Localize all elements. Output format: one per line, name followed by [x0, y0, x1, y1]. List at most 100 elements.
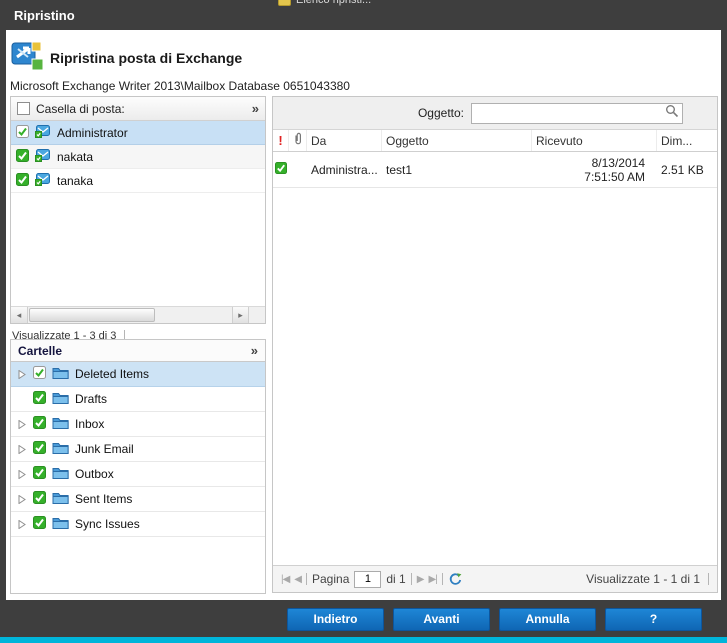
mailbox-name: Administrator — [57, 126, 128, 140]
checkbox-checked-icon[interactable] — [33, 391, 46, 407]
folder-icon — [52, 466, 69, 482]
scroll-left-icon[interactable]: ◂ — [11, 307, 28, 323]
pagination-separator — [708, 573, 709, 585]
bottom-accent-strip — [0, 637, 727, 643]
pagination-separator — [411, 573, 412, 585]
expand-arrow-icon[interactable] — [16, 370, 27, 379]
checkbox-checked-icon[interactable] — [33, 441, 46, 457]
collapse-panel-icon[interactable]: » — [252, 102, 259, 115]
column-header-oggetto[interactable]: Oggetto — [382, 130, 532, 151]
folder-row[interactable]: Outbox — [11, 462, 265, 487]
column-header-ricevuto[interactable]: Ricevuto — [532, 130, 657, 151]
mailbox-panel: Casella di posta: » Administrator — [10, 96, 266, 324]
checkbox-checked-icon[interactable] — [33, 491, 46, 507]
folder-icon — [52, 391, 69, 407]
checkbox-partial-icon[interactable] — [33, 366, 46, 382]
messages-panel: Oggetto: ! Da Oggetto Ricevuto — [272, 96, 718, 593]
pagination-separator — [306, 573, 307, 585]
mailbox-row[interactable]: nakata — [11, 145, 265, 169]
expand-arrow-icon[interactable] — [16, 470, 27, 479]
message-received: 8/13/2014 7:51:50 AM — [532, 156, 657, 184]
search-label: Oggetto: — [418, 106, 464, 120]
folder-row[interactable]: Sync Issues — [11, 512, 265, 537]
search-field-wrap — [471, 103, 683, 124]
artifact-label: Elenco ripristi... — [296, 0, 371, 6]
paperclip-icon — [293, 132, 303, 149]
checkbox-checked-icon[interactable] — [275, 162, 287, 177]
folder-icon — [52, 516, 69, 532]
messages-table-header: ! Da Oggetto Ricevuto Dim... — [273, 130, 717, 152]
folder-row[interactable]: Inbox — [11, 412, 265, 437]
column-header-importance[interactable]: ! — [273, 130, 289, 151]
prev-page-icon[interactable]: ◀ — [294, 574, 301, 585]
subject-search-input[interactable] — [472, 105, 665, 122]
help-button[interactable]: ? — [605, 608, 702, 631]
checkbox-checked-icon[interactable] — [16, 149, 29, 165]
message-checkbox-cell — [273, 162, 289, 177]
folder-row[interactable]: Junk Email — [11, 437, 265, 462]
column-header-dim[interactable]: Dim... — [657, 130, 717, 151]
folders-panel: Cartelle » Deleted Items Drafts Inbox — [10, 339, 266, 594]
folder-row[interactable]: Drafts — [11, 387, 265, 412]
select-all-mailboxes-checkbox[interactable] — [17, 102, 30, 115]
checkbox-checked-icon[interactable] — [33, 416, 46, 432]
checkbox-checked-icon[interactable] — [33, 516, 46, 532]
folder-row[interactable]: Sent Items — [11, 487, 265, 512]
folder-icon — [52, 416, 69, 432]
pagination-status-text: Visualizzate 1 - 1 di 1 — [586, 572, 700, 586]
horizontal-scrollbar[interactable]: ◂ ▸ — [11, 306, 265, 323]
scroll-right-icon[interactable]: ▸ — [232, 307, 249, 323]
folder-artifact-icon — [278, 0, 291, 6]
next-page-icon[interactable]: ▶ — [417, 574, 424, 585]
first-page-icon[interactable]: |◀ — [281, 574, 289, 585]
folder-icon — [52, 491, 69, 507]
column-header-da[interactable]: Da — [307, 130, 382, 151]
mailbox-icon — [35, 172, 51, 189]
scrollbar-corner — [249, 307, 265, 323]
messages-empty-area — [273, 188, 717, 565]
restore-dialog: Ripristina posta di Exchange Microsoft E… — [6, 30, 721, 600]
mailbox-name: tanaka — [57, 174, 93, 188]
last-page-icon[interactable]: ▶| — [428, 574, 436, 585]
folder-icon — [52, 441, 69, 457]
checkbox-checked-icon[interactable] — [33, 466, 46, 482]
expand-arrow-icon[interactable] — [16, 495, 27, 504]
message-row[interactable]: Administra... test1 8/13/2014 7:51:50 AM… — [273, 152, 717, 188]
page-number-input[interactable] — [354, 571, 381, 588]
expand-arrow-icon[interactable] — [16, 520, 27, 529]
dialog-heading: Ripristina posta di Exchange — [50, 50, 242, 66]
search-bar: Oggetto: — [273, 97, 717, 130]
scrollbar-thumb[interactable] — [29, 308, 155, 322]
folder-row[interactable]: Deleted Items — [11, 362, 265, 387]
background-window-artifact: Elenco ripristi... — [278, 0, 398, 8]
folder-name: Sent Items — [75, 492, 132, 506]
column-header-attachment[interactable] — [289, 130, 307, 151]
mailbox-row[interactable]: Administrator — [11, 121, 265, 145]
next-button[interactable]: Avanti — [393, 608, 490, 631]
window-title: Ripristino — [14, 8, 75, 23]
folder-name: Sync Issues — [75, 517, 140, 531]
expand-arrow-icon[interactable] — [16, 445, 27, 454]
folder-icon — [52, 366, 69, 382]
mailbox-icon — [35, 124, 51, 141]
back-button[interactable]: Indietro — [287, 608, 384, 631]
search-icon[interactable] — [665, 104, 679, 123]
folder-name: Deleted Items — [75, 367, 149, 381]
collapse-folders-icon[interactable]: » — [251, 344, 258, 357]
checkbox-checked-icon[interactable] — [16, 173, 29, 189]
scrollbar-track[interactable] — [28, 307, 232, 323]
message-size: 2.51 KB — [657, 163, 717, 177]
refresh-icon[interactable] — [448, 572, 463, 587]
mailbox-panel-label: Casella di posta: — [36, 102, 246, 116]
mailbox-panel-header: Casella di posta: » — [11, 97, 265, 121]
checkbox-partial-icon[interactable] — [16, 125, 29, 141]
folder-name: Outbox — [75, 467, 114, 481]
mailbox-name: nakata — [57, 150, 93, 164]
folders-panel-header: Cartelle » — [11, 340, 265, 362]
folders-panel-title: Cartelle — [18, 344, 251, 358]
mailbox-row[interactable]: tanaka — [11, 169, 265, 193]
page-label: Pagina — [312, 572, 349, 586]
cancel-button[interactable]: Annulla — [499, 608, 596, 631]
folder-name: Drafts — [75, 392, 107, 406]
expand-arrow-icon[interactable] — [16, 420, 27, 429]
